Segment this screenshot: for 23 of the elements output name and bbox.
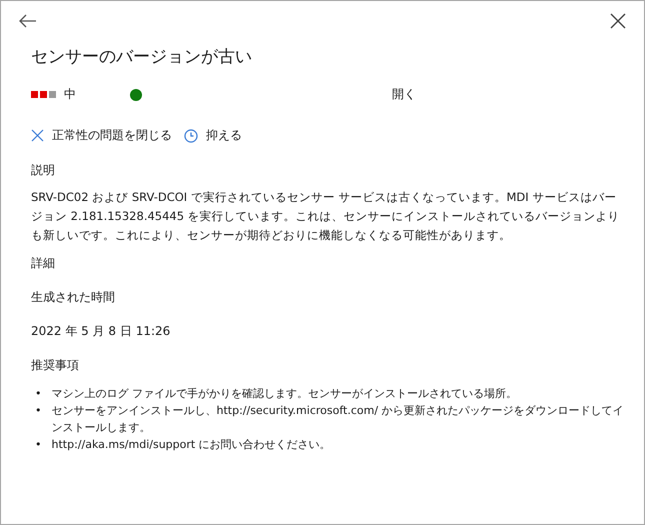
description-text: SRV-DC02 および SRV-DCOI で実行されているセンサー サービスは古くなっています。MDI サービスはバージョン 2.181.15328.45445 を実行しています。これは、センサーにインストールされているバージョンよりも新しいです。これにより、センサーが期待どおりに機能しなくなる可能性があります。: [31, 189, 621, 244]
close-button[interactable]: [608, 11, 628, 31]
section-heading: 詳細: [31, 255, 56, 271]
section-heading: 説明: [31, 162, 56, 178]
suppress-button[interactable]: 抑える: [184, 127, 242, 144]
severity-label: 中: [64, 86, 76, 103]
page-title: センサーのバージョンが古い: [31, 46, 253, 68]
field-value: 2022 年 5 月 8 日 11:26: [31, 323, 172, 339]
clock-icon: [184, 128, 198, 142]
bullet: •: [35, 437, 42, 453]
link[interactable]: http://security.microsoft.com/: [216, 404, 378, 417]
close-issue-button[interactable]: 正常性の問題を閉じる: [31, 127, 172, 144]
recommendation-item: http://aka.ms/mdi/support にお問い合わせください。: [52, 437, 331, 453]
recommendation-item: センサーをアンインストールし、http://security.microsoft.com/ から更新されたパッケージをダウンロードしてインストールします。: [52, 403, 625, 436]
recommendation-item: マシン上のログ ファイルで手がかりを確認します。センサーがインストールされている場所。: [52, 386, 517, 402]
link[interactable]: http://aka.ms/mdi/support: [52, 438, 196, 451]
section-heading: 推奨事項: [31, 357, 80, 373]
field-label: 生成された時間: [31, 289, 116, 305]
status-label: 開く: [392, 86, 416, 103]
close-icon: [31, 129, 44, 142]
back-button[interactable]: [17, 12, 39, 30]
bullet: •: [35, 386, 42, 402]
bullet: •: [35, 403, 42, 419]
